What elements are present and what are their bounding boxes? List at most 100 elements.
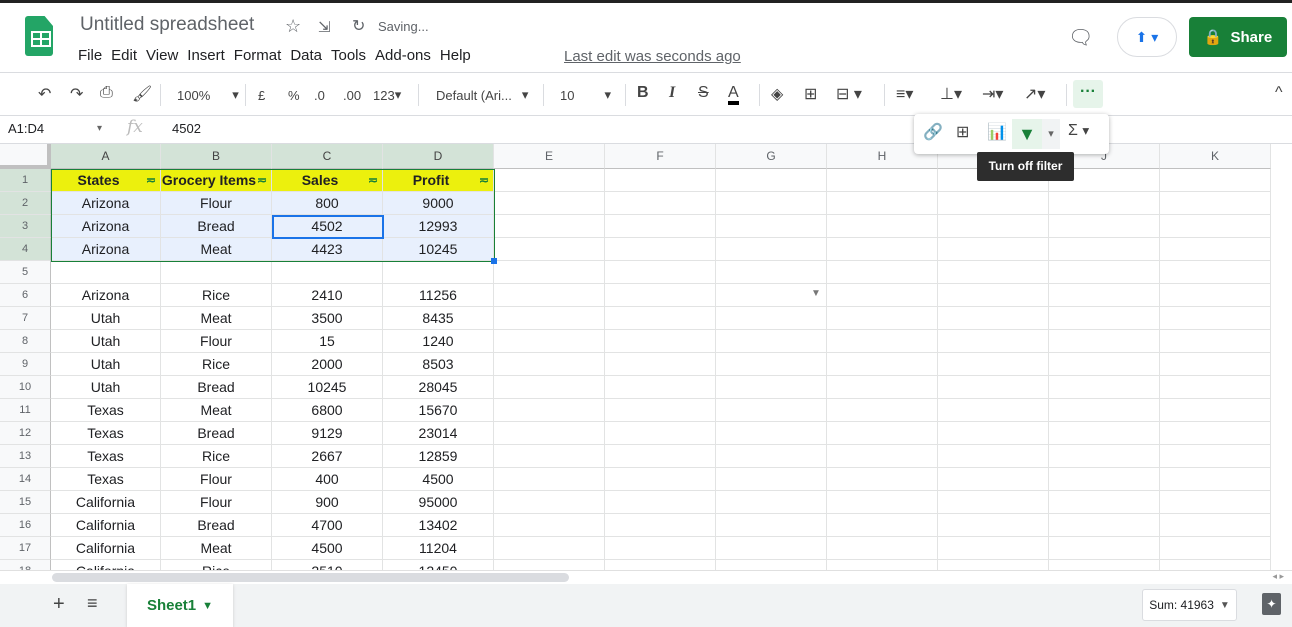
cell[interactable] — [1049, 284, 1160, 307]
cell[interactable] — [1049, 353, 1160, 376]
cell[interactable]: Rice — [161, 353, 272, 376]
cell[interactable] — [494, 307, 605, 330]
cell[interactable]: 11204 — [383, 537, 494, 560]
cell[interactable] — [605, 491, 716, 514]
cell[interactable]: 4500 — [383, 468, 494, 491]
cell[interactable] — [716, 307, 827, 330]
row-header[interactable]: 6 — [0, 284, 51, 307]
sum-select[interactable]: Sum: 41963 ▼ — [1142, 589, 1237, 621]
cell[interactable] — [938, 330, 1049, 353]
scroll-arrows-icon[interactable]: ◂ ▸ — [1272, 571, 1284, 582]
row-header[interactable]: 1 — [0, 169, 51, 192]
cell[interactable]: Rice — [161, 445, 272, 468]
cell[interactable]: Flour — [161, 192, 272, 215]
cell[interactable]: Meat — [161, 307, 272, 330]
column-header-a[interactable]: A — [51, 144, 161, 169]
cell[interactable] — [605, 560, 716, 570]
filter-icon[interactable]: ≂ — [479, 169, 489, 191]
row-header[interactable]: 13 — [0, 445, 51, 468]
text-color-icon[interactable]: A — [728, 84, 739, 105]
cell[interactable] — [605, 307, 716, 330]
cell[interactable]: Rice — [161, 284, 272, 307]
column-header-b[interactable]: B — [161, 144, 272, 169]
cell[interactable] — [494, 169, 605, 192]
cell[interactable] — [1160, 514, 1271, 537]
cell[interactable] — [494, 284, 605, 307]
cell[interactable] — [938, 422, 1049, 445]
cell[interactable] — [494, 353, 605, 376]
text-rotation-icon[interactable]: ↗▾ — [1024, 84, 1045, 104]
fill-handle[interactable] — [491, 258, 497, 264]
menu-data[interactable]: Data — [290, 47, 330, 64]
cell[interactable] — [605, 215, 716, 238]
cell[interactable] — [1049, 514, 1160, 537]
cell[interactable] — [494, 422, 605, 445]
row-header[interactable]: 9 — [0, 353, 51, 376]
cell[interactable] — [494, 192, 605, 215]
cell[interactable]: 900 — [272, 491, 383, 514]
cell[interactable] — [938, 491, 1049, 514]
menu-insert[interactable]: Insert — [187, 47, 233, 64]
cell[interactable]: 15670 — [383, 399, 494, 422]
cell[interactable] — [716, 560, 827, 570]
cell[interactable]: 4423 — [272, 238, 383, 261]
cell[interactable]: 4700 — [272, 514, 383, 537]
cell[interactable] — [827, 537, 938, 560]
cell[interactable] — [1160, 330, 1271, 353]
cell[interactable]: Rice — [161, 560, 272, 570]
vertical-align-icon[interactable]: ⊥▾ — [940, 84, 962, 104]
insert-link-icon[interactable]: 🔗 — [923, 122, 943, 142]
cell[interactable] — [605, 284, 716, 307]
formula-input[interactable]: 4502 — [172, 121, 201, 136]
cell[interactable] — [494, 537, 605, 560]
cell[interactable]: California — [51, 560, 161, 570]
cell[interactable] — [1049, 192, 1160, 215]
cell[interactable]: Flour — [161, 330, 272, 353]
cell[interactable] — [827, 376, 938, 399]
cell[interactable] — [605, 399, 716, 422]
explore-icon[interactable]: ✦ — [1262, 593, 1281, 615]
cell[interactable] — [716, 261, 827, 284]
cell[interactable] — [716, 238, 827, 261]
decrease-decimal-button[interactable]: .0 — [314, 82, 325, 108]
functions-icon[interactable]: Σ ▾ — [1068, 122, 1089, 140]
cell[interactable] — [494, 560, 605, 570]
cell[interactable] — [1160, 192, 1271, 215]
cell[interactable]: 12993 — [383, 215, 494, 238]
row-header[interactable]: 15 — [0, 491, 51, 514]
present-button[interactable]: ⬆ ▾ — [1117, 17, 1177, 57]
filter-icon[interactable]: ≂ — [257, 169, 267, 191]
cell[interactable] — [1160, 491, 1271, 514]
cell[interactable] — [494, 399, 605, 422]
name-box[interactable]: A1:D4 — [8, 121, 44, 136]
insert-chart-icon[interactable]: 📊 — [987, 122, 1007, 142]
cell[interactable] — [1049, 215, 1160, 238]
cell[interactable] — [938, 399, 1049, 422]
cell[interactable] — [716, 353, 827, 376]
horizontal-scrollbar[interactable]: ◂ ▸ — [0, 570, 1292, 584]
cell[interactable]: Arizona — [51, 238, 161, 261]
cell[interactable] — [827, 307, 938, 330]
cell[interactable]: Texas — [51, 399, 161, 422]
cell[interactable] — [716, 169, 827, 192]
dropdown-arrow-icon[interactable]: ▼ — [811, 288, 821, 299]
cell[interactable]: 6800 — [272, 399, 383, 422]
cell[interactable]: 10245 — [272, 376, 383, 399]
cell[interactable] — [1049, 422, 1160, 445]
cell[interactable] — [1049, 238, 1160, 261]
cell[interactable]: 9000 — [383, 192, 494, 215]
cell[interactable] — [1160, 169, 1271, 192]
cell[interactable]: Texas — [51, 468, 161, 491]
strikethrough-icon[interactable]: S — [698, 84, 709, 102]
cell[interactable] — [827, 514, 938, 537]
cell[interactable] — [1160, 284, 1271, 307]
cell[interactable] — [494, 514, 605, 537]
cell[interactable] — [1160, 353, 1271, 376]
cell[interactable]: Utah — [51, 307, 161, 330]
cell[interactable] — [938, 353, 1049, 376]
cell[interactable] — [827, 468, 938, 491]
cell[interactable]: 800 — [272, 192, 383, 215]
cell[interactable] — [383, 261, 494, 284]
cell[interactable]: 28045 — [383, 376, 494, 399]
cell[interactable] — [716, 445, 827, 468]
